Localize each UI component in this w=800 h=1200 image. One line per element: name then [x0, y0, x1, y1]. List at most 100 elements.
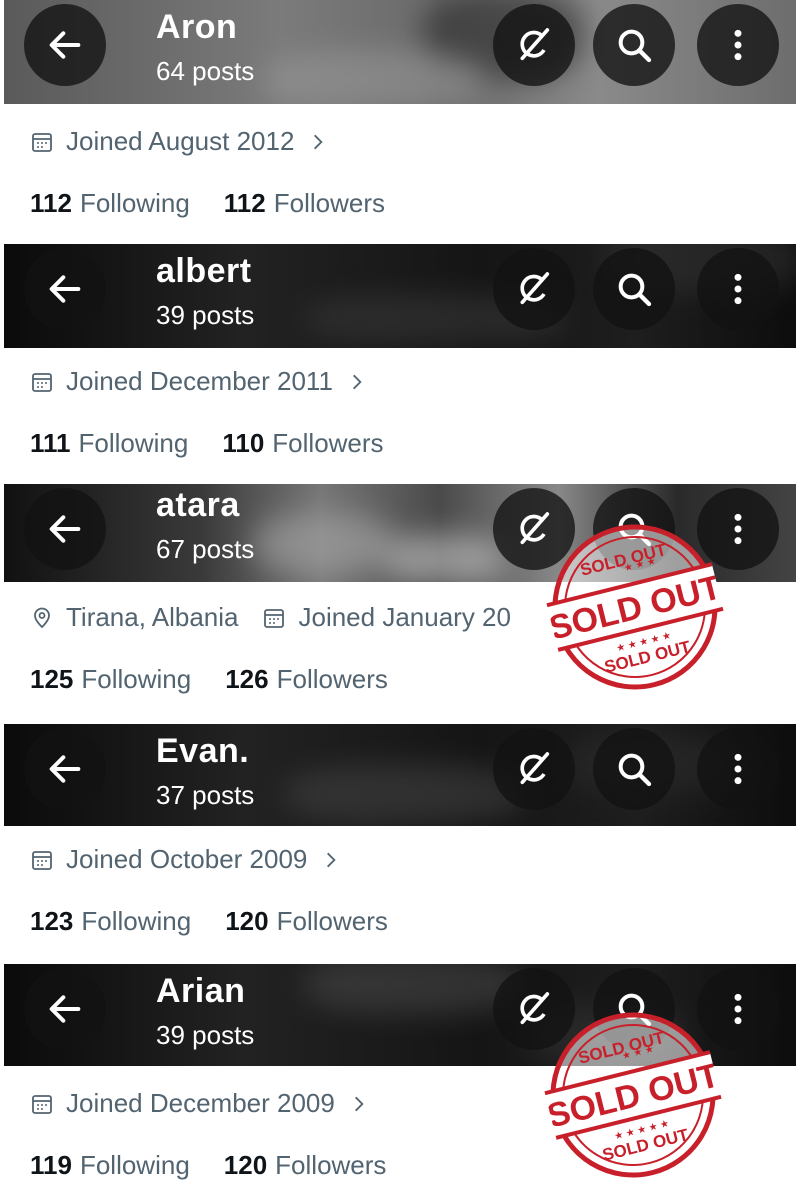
location: Tirana, Albania	[66, 602, 239, 632]
profile-name: atara	[156, 486, 240, 524]
following-count: 119	[30, 1150, 72, 1180]
more-vertical-icon	[734, 753, 742, 785]
back-button[interactable]	[24, 728, 106, 810]
location-item: Tirana, Albania	[30, 602, 238, 633]
join-date: Joined October 2009	[66, 844, 308, 874]
followers-link[interactable]: 112 Followers	[224, 188, 385, 219]
followers-count: 112	[223, 188, 266, 218]
calendar-icon	[32, 372, 52, 392]
grok-icon	[520, 28, 550, 61]
chevron-right-icon	[327, 852, 337, 867]
profile-header: albert 39 posts	[4, 244, 796, 348]
profile-name: Aron	[156, 8, 238, 46]
back-button[interactable]	[24, 488, 106, 570]
followers-link[interactable]: 120 Followers	[224, 1150, 387, 1181]
more-vertical-icon	[734, 29, 742, 61]
post-count: 67 posts	[156, 534, 255, 564]
profile-card: Evan. 37 posts Joined October 2009 123 Fo…	[0, 720, 800, 960]
following-label: Following	[78, 428, 189, 458]
search-icon	[618, 273, 652, 307]
more-button[interactable]	[697, 968, 779, 1050]
search-button[interactable]	[593, 4, 675, 86]
followers-label: Followers	[276, 664, 388, 694]
following-link[interactable]: 123 Following	[30, 906, 191, 937]
grok-button[interactable]	[493, 728, 575, 810]
more-button[interactable]	[697, 728, 779, 810]
followers-label: Followers	[275, 1150, 387, 1180]
followers-count: 120	[223, 1150, 268, 1180]
followers-link[interactable]: 120 Followers	[225, 906, 388, 937]
following-count: 111	[30, 428, 71, 458]
grok-button[interactable]	[493, 248, 575, 330]
follow-counts: 112 Following 112 Followers	[30, 188, 419, 219]
profile-name: Evan.	[156, 732, 250, 770]
calendar-icon	[32, 850, 52, 870]
following-link[interactable]: 119 Following	[30, 1150, 190, 1181]
more-button[interactable]	[697, 4, 779, 86]
join-date: Joined December 2011	[66, 366, 333, 396]
grok-icon	[520, 752, 550, 785]
followers-label: Followers	[272, 428, 384, 458]
more-vertical-icon	[734, 993, 742, 1025]
join-date-row[interactable]: Joined October 2009	[30, 844, 341, 875]
grok-icon	[520, 992, 550, 1025]
grok-icon	[520, 272, 550, 305]
following-label: Following	[81, 906, 192, 936]
following-link[interactable]: 125 Following	[30, 664, 191, 695]
back-button[interactable]	[24, 248, 106, 330]
profile-name: Arian	[156, 972, 246, 1010]
back-arrow-icon	[49, 31, 81, 59]
back-arrow-icon	[49, 995, 81, 1023]
join-date-row[interactable]: Joined December 2009	[30, 1088, 369, 1119]
calendar-icon	[32, 132, 52, 152]
grok-button[interactable]	[493, 4, 575, 86]
join-date-row[interactable]: Joined December 2011	[30, 366, 367, 397]
following-count: 125	[30, 664, 74, 694]
more-vertical-icon	[734, 513, 742, 545]
back-button[interactable]	[24, 968, 106, 1050]
followers-count: 126	[225, 664, 269, 694]
follow-counts: 111 Following 110 Followers	[30, 428, 418, 459]
location-pin-icon	[34, 607, 50, 628]
post-count: 39 posts	[156, 300, 255, 330]
join-date-row[interactable]: Joined August 2012	[30, 126, 328, 157]
calendar-icon	[264, 608, 285, 628]
search-button[interactable]	[593, 728, 675, 810]
more-vertical-icon	[734, 273, 742, 305]
following-label: Following	[81, 664, 192, 694]
follow-counts: 123 Following 120 Followers	[30, 906, 422, 937]
search-button[interactable]	[593, 248, 675, 330]
back-button[interactable]	[24, 4, 106, 86]
followers-count: 120	[225, 906, 269, 936]
search-icon	[618, 29, 652, 63]
follow-counts: 125 Following 126 Followers	[30, 664, 422, 695]
post-count: 39 posts	[156, 1020, 255, 1050]
back-arrow-icon	[49, 275, 81, 303]
chevron-right-icon	[314, 134, 324, 149]
followers-link[interactable]: 126 Followers	[225, 664, 388, 695]
calendar-icon	[32, 1094, 52, 1114]
profile-header: Evan. 37 posts	[4, 724, 796, 826]
join-date: Joined August 2012	[66, 126, 295, 156]
following-link[interactable]: 112 Following	[30, 188, 190, 219]
chevron-right-icon	[354, 1096, 364, 1111]
location-join-row[interactable]: Tirana, Albania Joined January 20	[30, 602, 511, 633]
search-icon	[618, 753, 652, 787]
followers-count: 110	[222, 428, 265, 458]
followers-label: Followers	[276, 906, 388, 936]
follow-counts: 119 Following 120 Followers	[30, 1150, 420, 1181]
following-label: Following	[79, 1150, 190, 1180]
following-count: 112	[30, 188, 72, 218]
back-arrow-icon	[49, 515, 81, 543]
followers-link[interactable]: 110 Followers	[222, 428, 383, 459]
following-label: Following	[79, 188, 190, 218]
back-arrow-icon	[49, 755, 81, 783]
chevron-right-icon	[352, 374, 362, 389]
more-button[interactable]	[697, 248, 779, 330]
profile-name: albert	[156, 252, 252, 290]
profile-header: Aron 64 posts	[4, 0, 796, 104]
following-link[interactable]: 111 Following	[30, 428, 188, 459]
profile-card: Aron 64 posts Joined August 2012 112 Foll…	[0, 0, 800, 240]
profile-card: albert 39 posts Joined December 2011 111…	[0, 240, 800, 480]
join-date: Joined January 20	[298, 602, 511, 632]
